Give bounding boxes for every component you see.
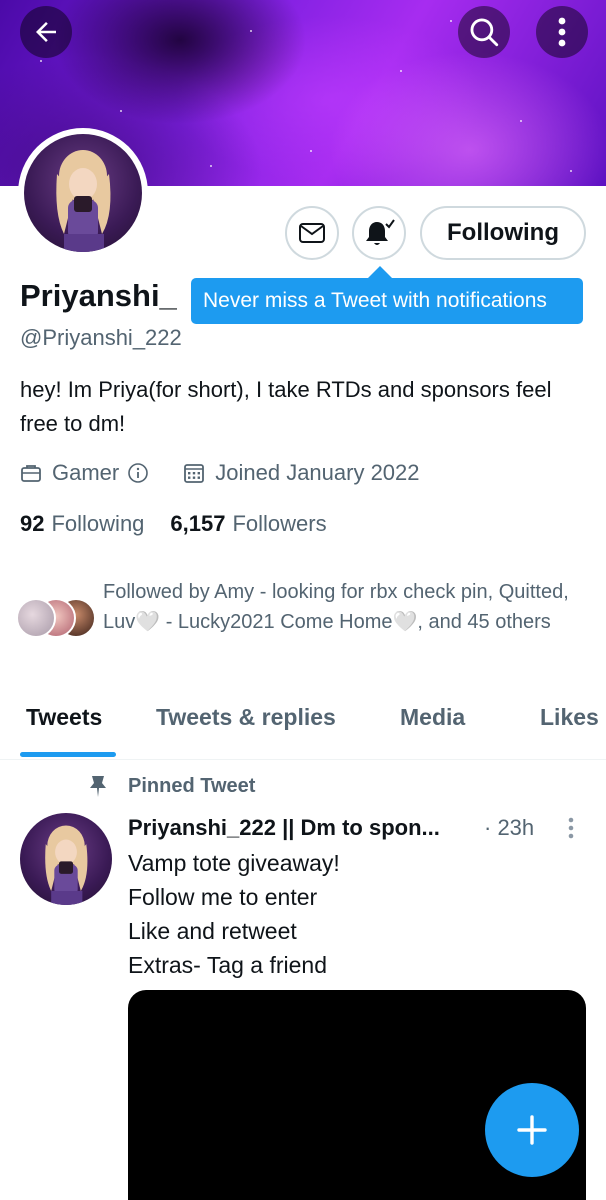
followers-count-link[interactable]: 6,157 Followers	[170, 511, 326, 537]
message-button[interactable]	[285, 206, 339, 260]
tweet-timestamp[interactable]: · 23h	[484, 815, 534, 841]
tweet-line: Extras- Tag a friend	[128, 952, 328, 978]
followed-by-row[interactable]: Followed by Amy - looking for rbx check …	[16, 578, 596, 668]
following-count: 92	[20, 511, 45, 536]
plus-icon	[517, 1115, 547, 1145]
tooltip-arrow	[368, 266, 392, 278]
tab-likes[interactable]: Likes	[540, 704, 599, 731]
banner-star	[210, 165, 212, 167]
profile-meta: Gamer Joined January 2022	[20, 458, 444, 488]
back-button[interactable]	[20, 6, 72, 58]
vertical-dots-icon	[568, 817, 574, 839]
profile-bio: hey! Im Priya(for short), I take RTDs an…	[20, 377, 552, 436]
profile-tabs: Tweets Tweets & replies Media Likes	[0, 690, 606, 760]
banner-star	[520, 120, 522, 122]
followed-by-avatars	[16, 598, 98, 640]
banner-star	[40, 60, 42, 62]
avatar-illustration	[45, 825, 88, 905]
followers-count: 6,157	[170, 511, 226, 536]
banner-star	[310, 150, 312, 152]
banner-star	[250, 30, 252, 32]
banner-star	[570, 170, 572, 172]
following-button[interactable]: Following	[420, 206, 586, 260]
following-count-link[interactable]: 92 Following	[20, 511, 144, 537]
pin-icon	[84, 774, 112, 798]
follow-counts: 92 Following 6,157 Followers	[20, 511, 353, 537]
avatar-image	[24, 134, 142, 252]
tab-media[interactable]: Media	[400, 704, 465, 731]
avatar-illustration	[56, 150, 111, 252]
following-count-label: Following	[51, 511, 145, 536]
search-button[interactable]	[458, 6, 510, 58]
more-options-button[interactable]	[536, 6, 588, 58]
arrow-left-icon	[36, 22, 56, 42]
tweet-author-name[interactable]: Priyanshi_222 || Dm to spon...	[128, 815, 458, 841]
compose-tweet-button[interactable]	[485, 1083, 579, 1177]
category-label: Gamer	[52, 460, 120, 485]
profile-joined: Joined January 2022	[183, 460, 420, 486]
bell-check-icon	[366, 219, 395, 245]
briefcase-icon	[21, 465, 41, 482]
followed-by-text: Followed by Amy - looking for rbx check …	[103, 581, 569, 633]
profile-avatar[interactable]	[18, 128, 148, 258]
tweet-header: Priyanshi_222 || Dm to spon... · 23h	[128, 815, 568, 841]
profile-category: Gamer	[20, 460, 159, 486]
search-icon	[470, 18, 499, 47]
notifications-button[interactable]	[352, 206, 406, 260]
tweet-author-avatar[interactable]	[20, 813, 112, 905]
followers-count-label: Followers	[232, 511, 327, 536]
joined-label: Joined January 2022	[215, 460, 420, 485]
calendar-icon	[184, 464, 205, 483]
info-icon[interactable]	[127, 462, 149, 484]
vertical-dots-icon	[558, 17, 566, 47]
active-tab-indicator	[20, 752, 116, 757]
profile-handle: @Priyanshi_222	[20, 325, 182, 350]
tweet-text: Vamp tote giveaway! Follow me to enter L…	[128, 846, 568, 982]
tab-tweets[interactable]: Tweets	[26, 704, 102, 731]
tweet-line: Like and retweet	[128, 918, 297, 944]
banner-star	[450, 20, 452, 22]
follower-avatar	[16, 598, 56, 638]
tab-tweets-and-replies[interactable]: Tweets & replies	[156, 704, 336, 731]
banner-star	[120, 110, 122, 112]
pinned-tweet-label: Pinned Tweet	[84, 774, 255, 798]
pinned-label-text: Pinned Tweet	[128, 774, 256, 797]
tweet-more-button[interactable]	[566, 816, 576, 847]
tweet-line: Vamp tote giveaway!	[128, 850, 340, 876]
notification-tooltip[interactable]: Never miss a Tweet with notifications	[191, 278, 583, 324]
envelope-icon	[299, 223, 325, 243]
banner-star	[400, 70, 402, 72]
profile-name: Priyanshi_	[20, 278, 177, 313]
tweet-line: Follow me to enter	[128, 884, 318, 910]
